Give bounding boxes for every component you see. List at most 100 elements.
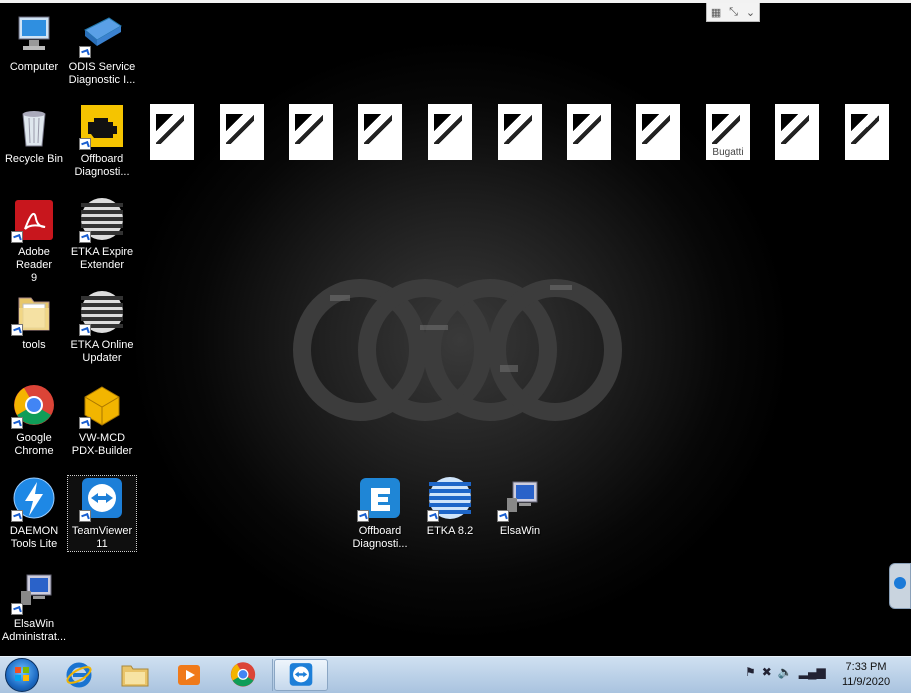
teamviewer-side-panel-tab[interactable] — [889, 563, 911, 609]
desktop-icon-label: VW-MCD PDX-Builder — [71, 432, 133, 457]
taskbar-internet-explorer[interactable] — [52, 659, 106, 691]
computer-icon — [11, 12, 57, 58]
desktop-icon-computer[interactable]: Computer — [0, 12, 68, 74]
chrome-icon — [11, 383, 57, 429]
daemon-tools-icon — [11, 476, 57, 522]
desktop-icon-recycle-bin[interactable]: Recycle Bin — [0, 104, 68, 166]
chrome-icon — [230, 662, 256, 687]
corrupted-thumbnail: Bugatti — [706, 104, 750, 160]
shortcut-arrow-icon — [427, 510, 439, 522]
desktop-icon-label: Offboard Diagnosti... — [352, 525, 408, 550]
teamviewer-icon — [79, 476, 125, 522]
restore-icon[interactable]: ⤡ — [729, 6, 738, 19]
odis-icon — [79, 12, 125, 58]
volume-icon[interactable]: 🔈 — [778, 665, 793, 679]
desktop-icon-offboard-diagnostic-2[interactable]: Offboard Diagnosti... — [346, 476, 414, 551]
desktop-icon-teamviewer[interactable]: TeamViewer 11 — [67, 475, 137, 552]
taskbar-teamviewer[interactable] — [274, 659, 328, 691]
desktop-icon-label: ETKA Expire Extender — [70, 246, 134, 271]
desktop-icon-label: ETKA Online Updater — [70, 339, 134, 364]
offboard-e-icon — [357, 476, 403, 522]
desktop-icon-label: Offboard Diagnosti... — [74, 153, 130, 178]
package-icon — [79, 383, 125, 429]
corrupted-thumbnail — [775, 104, 819, 160]
desktop-icon-label: ETKA 8.2 — [426, 525, 474, 537]
corrupted-thumbnail — [845, 104, 889, 160]
recycle-bin-icon — [11, 104, 57, 150]
desktop-icon-label: ODIS Service Diagnostic I... — [68, 61, 136, 86]
taskbar-clock[interactable]: 7:33 PM 11/9/2020 — [826, 660, 906, 690]
desktop-icon-elsawin-admin[interactable]: ElsaWin Administrat... — [0, 569, 68, 644]
internet-explorer-icon — [66, 662, 92, 688]
taskbar-media-player[interactable] — [162, 659, 216, 691]
media-player-icon — [178, 665, 200, 685]
desktop-icon-vw-mcd-pdx-builder[interactable]: VW-MCD PDX-Builder — [68, 383, 136, 458]
etka-icon — [427, 476, 473, 522]
system-tray: ⚑ ✖ 🔈 ▂▄▆ — [745, 665, 826, 679]
shortcut-arrow-icon — [11, 417, 23, 429]
shortcut-arrow-icon — [11, 324, 23, 336]
window-top-edge — [0, 0, 911, 3]
taskbar-windows-explorer[interactable] — [108, 659, 162, 691]
desktop-icon-etka-82[interactable]: ETKA 8.2 — [416, 476, 484, 538]
desktop-icon-daemon-tools[interactable]: DAEMON Tools Lite — [0, 476, 68, 551]
taskbar-chrome[interactable] — [216, 659, 270, 691]
elsawin-icon — [11, 569, 57, 615]
corrupted-thumbnail — [428, 104, 472, 160]
desktop-icon-label: ElsaWin Administrat... — [1, 618, 67, 643]
adobe-reader-icon — [11, 197, 57, 243]
desktop: ▦ ⤡ ⌄ Computer Recycle Bin Adobe Reader … — [0, 0, 911, 656]
desktop-icon-label: DAEMON Tools Lite — [9, 525, 59, 550]
shortcut-arrow-icon — [11, 510, 23, 522]
desktop-icon-offboard-diagnostic[interactable]: Offboard Diagnosti... — [68, 104, 136, 179]
desktop-icon-label: Computer — [9, 61, 59, 73]
etka-icon — [79, 290, 125, 336]
desktop-icon-label: Recycle Bin — [4, 153, 64, 165]
shortcut-arrow-icon — [79, 138, 91, 150]
corrupted-thumbnail — [567, 104, 611, 160]
shortcut-arrow-icon — [79, 231, 91, 243]
explorer-folder-icon — [121, 665, 149, 687]
chevron-down-icon[interactable]: ⌄ — [746, 6, 755, 19]
teamviewer-icon — [289, 663, 313, 686]
desktop-icon-etka-online-updater[interactable]: ETKA Online Updater — [68, 290, 136, 365]
signal-icon[interactable]: ▂▄▆ — [799, 665, 826, 679]
start-button[interactable] — [4, 658, 40, 692]
shortcut-arrow-icon — [357, 510, 369, 522]
taskbar-separator — [272, 659, 273, 691]
clock-time: 7:33 PM — [845, 661, 887, 673]
remote-toolbar[interactable]: ▦ ⤡ ⌄ — [706, 3, 760, 22]
taskbar: ⚑ ✖ 🔈 ▂▄▆ 7:33 PM 11/9/2020 — [0, 656, 911, 693]
corrupted-thumbnail — [358, 104, 402, 160]
network-error-icon[interactable]: ✖ — [762, 665, 772, 679]
shortcut-arrow-icon — [79, 324, 91, 336]
shortcut-arrow-icon — [11, 231, 23, 243]
desktop-icon-label: Google Chrome — [14, 432, 54, 457]
desktop-icon-elsawin[interactable]: ElsaWin — [486, 476, 554, 538]
desktop-icon-adobe-reader[interactable]: Adobe Reader 9 — [0, 197, 68, 285]
corrupted-thumbnail — [498, 104, 542, 160]
wallpaper-logo — [293, 279, 622, 421]
engine-check-icon — [79, 104, 125, 150]
pin-icon[interactable]: ▦ — [711, 6, 721, 19]
shortcut-arrow-icon — [79, 417, 91, 429]
action-center-flag-icon[interactable]: ⚑ — [745, 665, 756, 679]
elsawin-icon — [497, 476, 543, 522]
desktop-icon-tools[interactable]: tools — [0, 290, 68, 352]
windows-logo-icon — [5, 658, 39, 692]
thumbnail-label: Bugatti — [712, 147, 744, 158]
desktop-icon-etka-expire[interactable]: ETKA Expire Extender — [68, 197, 136, 272]
corrupted-thumbnail — [636, 104, 680, 160]
desktop-icon-label: tools — [22, 339, 46, 351]
clock-date: 11/9/2020 — [841, 676, 891, 688]
desktop-icon-google-chrome[interactable]: Google Chrome — [0, 383, 68, 458]
shortcut-arrow-icon — [79, 510, 91, 522]
desktop-icon-label: Adobe Reader 9 — [15, 246, 53, 284]
corrupted-thumbnail — [220, 104, 264, 160]
shortcut-arrow-icon — [79, 46, 91, 58]
etka-icon — [79, 197, 125, 243]
desktop-icon-odis-service[interactable]: ODIS Service Diagnostic I... — [68, 12, 136, 87]
corrupted-thumbnail — [150, 104, 194, 160]
shortcut-arrow-icon — [497, 510, 509, 522]
folder-icon — [11, 290, 57, 336]
